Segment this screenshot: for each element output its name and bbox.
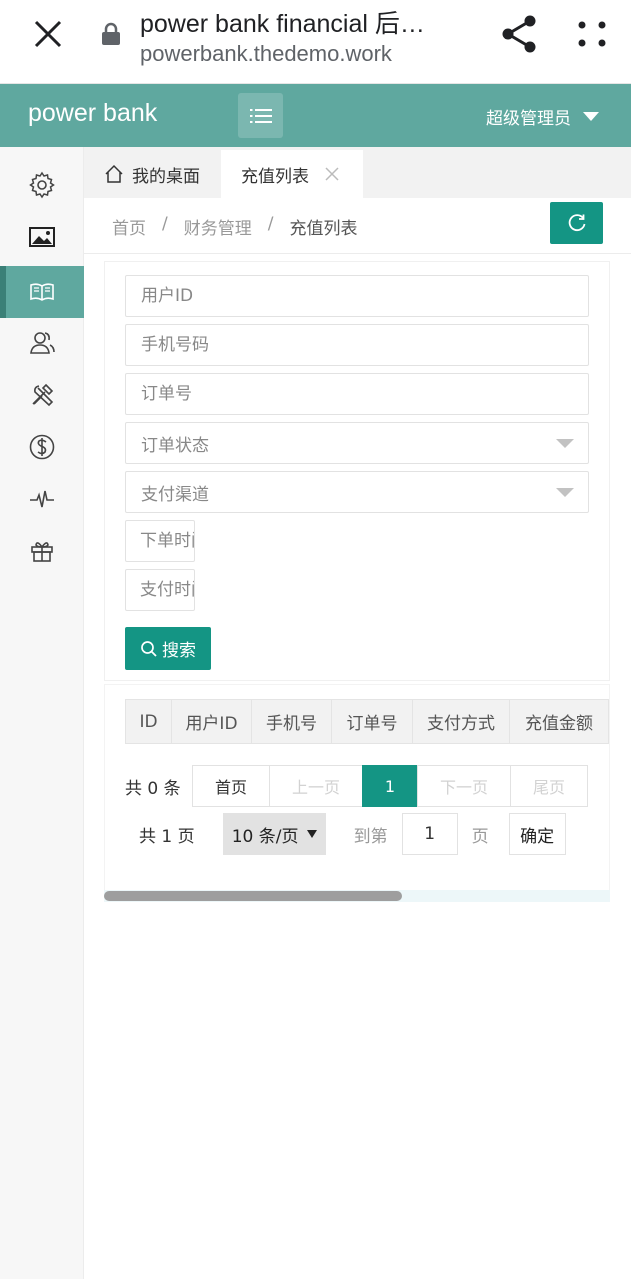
order-time-input[interactable]	[140, 521, 194, 561]
page-unit-label: 页	[471, 826, 489, 847]
book-icon	[30, 283, 54, 301]
table-header: ID 用户ID 手机号 订单号 支付方式 充值金额	[125, 699, 609, 744]
pay-time-field[interactable]	[125, 569, 195, 611]
pay-time-input[interactable]	[140, 570, 194, 610]
lock-icon	[102, 22, 120, 45]
menu-toggle-button[interactable]	[238, 93, 283, 138]
order-status-value: 订单状态	[141, 435, 209, 456]
brand-logo-text: power bank	[28, 99, 158, 127]
breadcrumb-separator: /	[162, 214, 168, 234]
phone-field[interactable]	[125, 324, 589, 366]
share-icon[interactable]	[500, 14, 538, 54]
column-header-amount: 充值金额	[525, 714, 593, 734]
page-size-select[interactable]: 10 条/页	[222, 813, 326, 855]
sidebar	[0, 147, 84, 1279]
tab-recharge-label: 充值列表	[241, 166, 309, 187]
dollar-icon	[29, 434, 55, 460]
chevron-down-icon	[306, 830, 317, 838]
search-button[interactable]: 搜索	[125, 627, 211, 670]
user-menu[interactable]: 超级管理员	[486, 104, 599, 129]
scrollbar-thumb[interactable]	[104, 891, 402, 901]
refresh-button[interactable]	[550, 202, 603, 244]
search-button-label: 搜索	[162, 641, 196, 661]
user-id-input[interactable]	[141, 276, 588, 316]
page-size-value: 10 条/页	[231, 826, 299, 847]
list-icon	[249, 108, 272, 123]
search-form: 订单状态 支付渠道 搜索	[104, 261, 610, 681]
refresh-icon	[568, 214, 585, 232]
chevron-down-icon	[556, 488, 574, 497]
column-header-user-id: 用户ID	[172, 700, 252, 743]
tools-icon	[32, 383, 54, 407]
chevron-down-icon	[583, 112, 599, 121]
pay-channel-select[interactable]: 支付渠道	[125, 471, 589, 513]
search-icon	[141, 640, 157, 657]
order-no-field[interactable]	[125, 373, 589, 415]
data-table-card: ID 用户ID 手机号 订单号 支付方式 充值金额 共 0 条 首页 上一页 1…	[104, 684, 610, 902]
breadcrumb-bar: 首页 / 财务管理 / 充值列表	[84, 198, 631, 254]
order-status-select[interactable]: 订单状态	[125, 422, 589, 464]
browser-toolbar: power bank financial 后… powerbank.thedem…	[0, 0, 631, 84]
close-icon[interactable]	[30, 16, 66, 52]
goto-confirm-button[interactable]: 确定	[508, 813, 566, 855]
image-icon	[29, 227, 55, 247]
pay-channel-value: 支付渠道	[141, 484, 209, 505]
url-text[interactable]: powerbank.thedemo.work	[140, 41, 392, 67]
first-page-button[interactable]: 首页	[192, 765, 270, 807]
goto-page-input[interactable]: 1	[401, 813, 458, 855]
sidebar-item-monitor[interactable]	[0, 473, 84, 525]
order-no-input[interactable]	[141, 374, 588, 414]
breadcrumb: 首页 / 财务管理 / 充值列表	[112, 214, 357, 239]
gift-icon	[31, 542, 53, 562]
column-header-order-no: 订单号	[332, 700, 413, 743]
sidebar-item-settings[interactable]	[0, 159, 84, 211]
users-icon	[30, 332, 55, 354]
page-number-current[interactable]: 1	[362, 765, 418, 807]
breadcrumb-current: 充值列表	[289, 219, 358, 239]
more-options-icon[interactable]	[574, 18, 610, 50]
next-page-button[interactable]: 下一页	[417, 765, 511, 807]
app-header: power bank 超级管理员	[0, 84, 631, 147]
horizontal-scrollbar[interactable]	[104, 890, 610, 902]
user-id-field[interactable]	[125, 275, 589, 317]
page-title: power bank financial 后…	[140, 10, 425, 38]
chevron-down-icon	[556, 439, 574, 448]
column-header-id: ID	[126, 700, 172, 743]
sidebar-item-finance[interactable]	[0, 266, 84, 318]
order-time-field[interactable]	[125, 520, 195, 562]
last-page-button[interactable]: 尾页	[510, 765, 588, 807]
goto-label: 到第	[353, 826, 388, 847]
sidebar-item-recharge[interactable]	[0, 421, 84, 473]
gear-icon	[29, 171, 55, 199]
sidebar-item-gift[interactable]	[0, 525, 84, 577]
column-header-phone: 手机号	[252, 700, 332, 743]
breadcrumb-separator: /	[267, 214, 274, 234]
pagination-options: 共 1 页 10 条/页 到第 1 页 确定	[139, 813, 566, 855]
tab-home[interactable]: 我的桌面	[84, 150, 219, 198]
sidebar-item-images[interactable]	[0, 211, 84, 263]
breadcrumb-finance[interactable]: 财务管理	[184, 214, 252, 239]
prev-page-button[interactable]: 上一页	[269, 765, 363, 807]
phone-input[interactable]	[141, 325, 588, 365]
column-header-pay-method: 支付方式	[413, 700, 510, 743]
total-pages: 共 1 页	[139, 826, 195, 847]
user-name: 超级管理员	[486, 109, 571, 129]
total-count: 共 0 条	[125, 778, 181, 799]
pulse-icon	[30, 490, 54, 508]
home-icon	[105, 164, 123, 183]
tab-recharge-list[interactable]: 充值列表	[221, 150, 363, 198]
sidebar-item-users[interactable]	[0, 317, 84, 369]
tab-home-label: 我的桌面	[132, 166, 200, 187]
breadcrumb-home[interactable]: 首页	[112, 214, 146, 239]
sidebar-item-tools[interactable]	[0, 369, 84, 421]
pagination: 共 0 条 首页 上一页 1 下一页 尾页	[125, 765, 588, 807]
tab-bar: 我的桌面 充值列表	[84, 147, 631, 198]
close-icon[interactable]	[323, 165, 341, 183]
